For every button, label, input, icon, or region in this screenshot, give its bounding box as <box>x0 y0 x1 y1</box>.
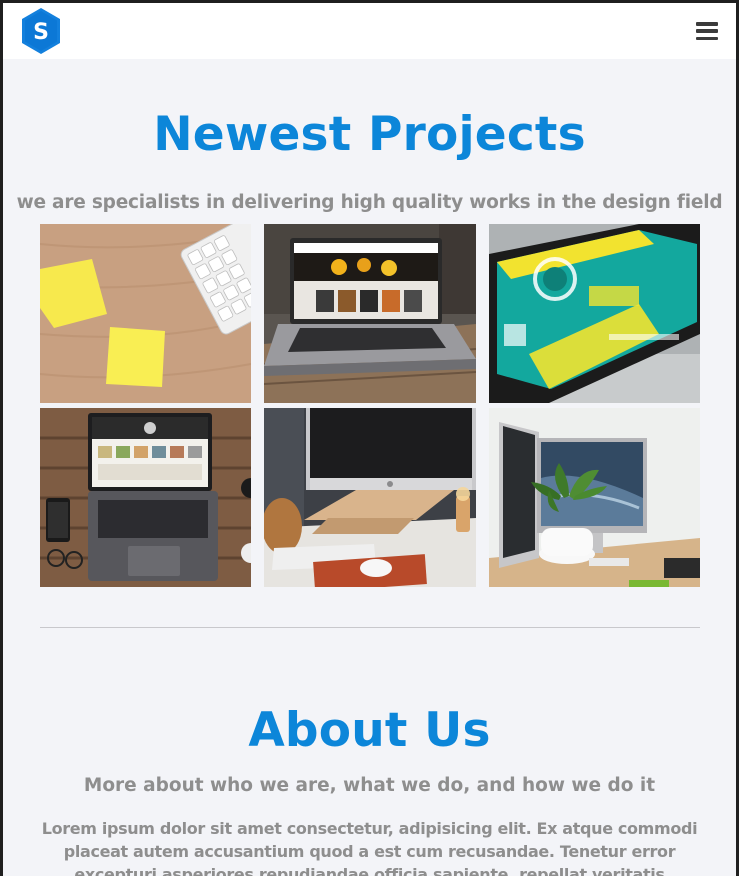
projects-title: Newest Projects <box>153 107 586 162</box>
project-thumb-imac-workspace[interactable] <box>264 408 476 587</box>
project-thumb-imac-plant[interactable] <box>489 408 700 587</box>
menu-bar <box>696 22 718 26</box>
project-thumb-laptop-top[interactable] <box>40 408 251 587</box>
project-thumb-laptop[interactable] <box>264 224 476 403</box>
about-text: Lorem ipsum dolor sit amet consectetur, … <box>41 819 698 876</box>
sticky-notes-image <box>40 224 251 403</box>
project-thumb-sticky-notes[interactable] <box>40 224 251 403</box>
laptop-top-image <box>40 408 251 587</box>
imac-workspace-image <box>264 408 476 587</box>
laptop-image <box>264 224 476 403</box>
navbar: S <box>3 3 736 59</box>
imac-plant-image <box>489 408 700 587</box>
menu-bar <box>696 29 718 33</box>
menu-bar <box>696 36 718 40</box>
project-thumb-smartphone[interactable] <box>489 224 700 403</box>
about-title: About Us <box>248 703 491 758</box>
logo-icon: S <box>22 8 60 54</box>
about-subtitle: More about who we are, what we do, and h… <box>83 775 656 796</box>
projects-section: Newest Projects we are specialists in de… <box>3 59 736 587</box>
logo-letter: S <box>33 20 49 45</box>
logo-link[interactable]: S <box>20 7 62 55</box>
projects-grid <box>40 224 700 587</box>
projects-subtitle: we are specialists in delivering high qu… <box>16 192 723 213</box>
hamburger-menu-icon[interactable] <box>696 22 718 40</box>
about-section: About Us More about who we are, what we … <box>3 628 736 876</box>
smartphone-image <box>489 224 700 403</box>
